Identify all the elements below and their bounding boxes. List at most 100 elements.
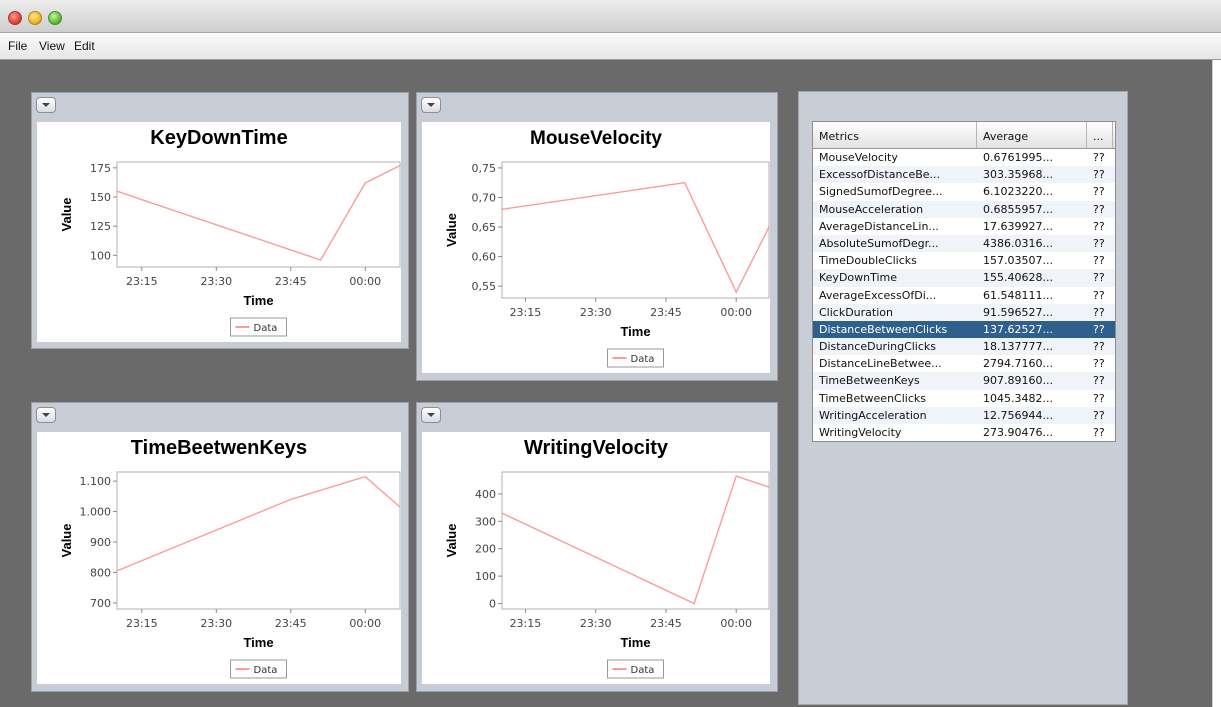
extra-cell: ?? [1093, 426, 1105, 439]
metric-name-cell: AverageExcessOfDi... [819, 288, 937, 302]
table-body: MouseVelocity 0.6761995...?? ExcessofDista… [813, 149, 1115, 441]
table-row[interactable]: MouseAcceleration 0.6855957...?? [813, 200, 1115, 218]
table-row[interactable]: KeyDownTime 155.40628...?? [813, 269, 1115, 287]
x-tick-label: 23:30 [200, 617, 232, 630]
table-row[interactable]: MouseVelocity 0.6761995...?? [813, 149, 1115, 166]
x-tick-label: 23:45 [650, 306, 682, 319]
extra-cell: ?? [1093, 236, 1105, 250]
table-row[interactable]: ExcessofDistanceBe... 303.35968...?? [813, 166, 1115, 184]
average-value-cell: 137.62527... [983, 322, 1053, 336]
extra-cell: ?? [1093, 391, 1105, 405]
legend-label: Data [631, 665, 655, 676]
metric-name-cell: WritingVelocity [819, 426, 902, 439]
y-tick-label: 1.100 [80, 475, 112, 488]
metric-name-cell: ExcessofDistanceBe... [819, 168, 941, 182]
table-row[interactable]: TimeBetweenKeys 907.89160...?? [813, 372, 1115, 390]
panel-menu-button[interactable] [421, 407, 441, 423]
table-row[interactable]: WritingAcceleration 12.756944...?? [813, 406, 1115, 424]
x-tick-label: 23:15 [126, 617, 158, 630]
table-row[interactable]: DistanceLineBetwee... 2794.7160...?? [813, 355, 1115, 372]
average-value-cell: 91.596527... [983, 305, 1053, 319]
table-row[interactable]: DistanceBetweenClicks 137.62527...?? [813, 320, 1115, 339]
y-axis-label: Value [59, 524, 74, 558]
y-tick-label: 100 [475, 570, 496, 583]
right-edge-strip [1212, 60, 1221, 707]
average-value-cell: 6.1023220... [983, 185, 1053, 199]
close-window-button[interactable] [8, 11, 22, 25]
keydowntime-chart: KeyDownTime 175 150 125 100 23:15 23:30 23:45 00… [59, 127, 401, 337]
panel-menu-button[interactable] [36, 407, 56, 423]
data-point [735, 291, 738, 293]
menu-bar: File View Edit [0, 33, 1221, 60]
x-tick-label: 23:45 [275, 275, 307, 288]
column-header-more[interactable]: ... [1087, 122, 1113, 148]
data-point [319, 259, 322, 261]
average-value-cell: 157.03507... [983, 254, 1053, 268]
column-header-average[interactable]: Average [977, 122, 1087, 148]
data-point [501, 512, 503, 514]
writingvelocity-chart: WritingVelocity 400 300 200 100 0 23:15 23:30 23… [444, 437, 770, 679]
table-row[interactable]: AverageDistanceLin... 17.639927...?? [813, 218, 1115, 235]
y-tick-label: 200 [475, 543, 496, 556]
chart-panel-writingvelocity: WritingVelocity 400 300 200 100 0 23:15 23:30 23… [416, 402, 778, 692]
extra-cell: ?? [1093, 219, 1105, 233]
legend-label: Data [254, 323, 278, 334]
data-point [683, 181, 686, 184]
data-point [399, 506, 401, 508]
plot-area [116, 471, 401, 610]
x-axis-label: Time [620, 324, 650, 339]
minimize-window-button[interactable] [28, 11, 42, 25]
table-row[interactable]: TimeBetweenClicks 1045.3482...?? [813, 390, 1115, 407]
metric-name-cell: DistanceBetweenClicks [819, 322, 948, 336]
average-value-cell: 1045.3482... [983, 391, 1053, 405]
x-tick-label: 23:30 [580, 617, 612, 630]
average-value-cell: 2794.7160... [983, 357, 1053, 371]
chart-title: TimeBeetwenKeys [131, 437, 307, 459]
data-point [768, 486, 770, 488]
y-tick-label: 0,60 [472, 251, 497, 264]
menu-file[interactable]: File [8, 39, 27, 53]
metric-name-cell: TimeDoubleClicks [819, 254, 917, 268]
table-row[interactable]: TimeDoubleClicks 157.03507...?? [813, 252, 1115, 269]
table-row[interactable]: SignedSumofDegree... 6.1023220...?? [813, 183, 1115, 200]
extra-cell: ?? [1093, 305, 1105, 319]
table-row[interactable]: AverageExcessOfDi... 61.548111...?? [813, 287, 1115, 304]
panel-menu-button[interactable] [36, 97, 56, 113]
extra-cell: ?? [1093, 340, 1105, 354]
data-point [735, 475, 738, 477]
chart-area: WritingVelocity 400 300 200 100 0 23:15 23:30 23… [422, 432, 770, 684]
average-value-cell: 155.40628... [983, 271, 1053, 285]
table-row[interactable]: WritingVelocity 273.90476...?? [813, 424, 1115, 441]
extra-cell: ?? [1093, 288, 1105, 302]
extra-cell: ?? [1093, 151, 1105, 164]
average-value-cell: 61.548111... [983, 288, 1053, 302]
extra-cell: ?? [1093, 202, 1105, 216]
y-tick-label: 125 [90, 220, 111, 233]
menu-edit[interactable]: Edit [74, 39, 95, 53]
y-axis-label: Value [444, 524, 459, 558]
metrics-table[interactable]: Metrics Average ... MouseVelocity 0.67619… [812, 121, 1116, 443]
table-row[interactable]: AbsoluteSumofDegr... 4386.0316...?? [813, 234, 1115, 253]
y-tick-label: 900 [90, 536, 111, 549]
data-point [364, 182, 367, 184]
x-tick-label: 00:00 [349, 275, 381, 288]
extra-cell: ?? [1093, 254, 1105, 268]
table-row[interactable]: ClickDuration 91.596527...?? [813, 303, 1115, 321]
zoom-window-button[interactable] [48, 11, 62, 25]
y-tick-label: 300 [475, 515, 496, 528]
table-row[interactable]: DistanceDuringClicks 18.137777...?? [813, 338, 1115, 356]
metric-name-cell: DistanceLineBetwee... [819, 357, 942, 371]
chart-panel-mousevelocity: MouseVelocity 0,75 0,70 0,65 0,60 0,55 23:15 23… [416, 92, 778, 381]
data-point [289, 498, 292, 501]
x-tick-label: 23:30 [200, 275, 232, 288]
menu-view[interactable]: View [39, 39, 65, 53]
column-header-metrics[interactable]: Metrics [813, 122, 977, 148]
metric-name-cell: MouseVelocity [819, 151, 898, 164]
chart-title: WritingVelocity [524, 437, 669, 459]
y-tick-label: 0,55 [472, 280, 497, 293]
extra-cell: ?? [1093, 168, 1105, 182]
y-tick-label: 175 [90, 162, 111, 175]
panel-menu-button[interactable] [421, 97, 441, 113]
chart-title: MouseVelocity [530, 128, 662, 149]
chart-title: KeyDownTime [150, 127, 287, 149]
